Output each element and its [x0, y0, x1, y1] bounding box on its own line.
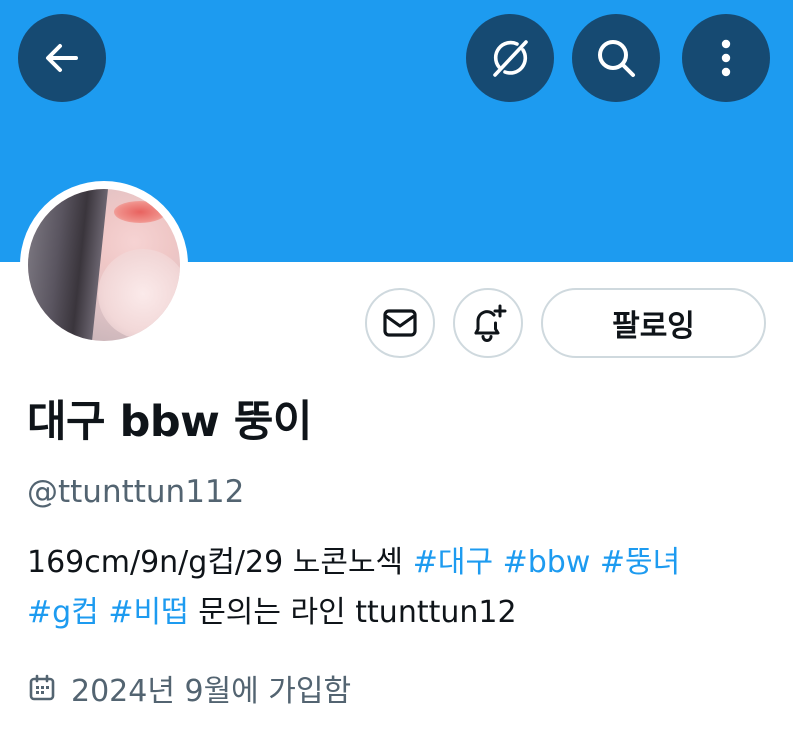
profile-avatar[interactable] [20, 181, 188, 349]
bio-text: 문의는 라인 ttunttun12 [188, 595, 517, 630]
arrow-left-icon [46, 44, 78, 72]
following-button[interactable]: 팔로잉 [541, 288, 766, 358]
hashtag-link[interactable]: #비떱 [108, 595, 188, 630]
envelope-icon [383, 309, 417, 337]
more-options-button[interactable] [682, 14, 770, 102]
following-label: 팔로잉 [612, 309, 695, 344]
message-button[interactable] [365, 288, 435, 358]
joined-text: 2024년 9월에 가입함 [71, 674, 352, 709]
more-vertical-icon [721, 39, 731, 77]
hashtag-link[interactable]: #g컵 [27, 595, 99, 630]
search-button[interactable] [572, 14, 660, 102]
notifications-button[interactable] [453, 288, 523, 358]
bio-text: 169cm/9n/g컵/29 노콘노섹 [27, 545, 413, 580]
hashtag-link[interactable]: #bbw [503, 545, 591, 580]
display-name: 대구 bbw 뚱이 [27, 397, 312, 447]
profile-bio: 169cm/9n/g컵/29 노콘노섹 #대구 #bbw #뚱녀 #g컵 #비떱 … [27, 538, 767, 638]
grok-button[interactable] [466, 14, 554, 102]
grok-icon [493, 40, 528, 77]
join-date: 2024년 9월에 가입함 [27, 666, 351, 710]
hashtag-link[interactable]: #뚱녀 [600, 545, 680, 580]
clipped-stats-row [30, 738, 370, 745]
search-icon [598, 40, 635, 77]
calendar-icon [27, 673, 57, 703]
bell-plus-icon [474, 304, 507, 342]
back-button[interactable] [18, 14, 106, 102]
avatar-photo [28, 189, 180, 341]
user-handle: @ttunttun112 [27, 474, 245, 510]
hashtag-link[interactable]: #대구 [413, 545, 493, 580]
